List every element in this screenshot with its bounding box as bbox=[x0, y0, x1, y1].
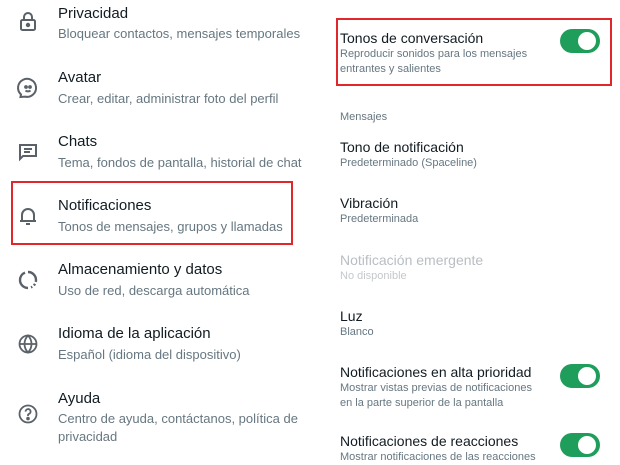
help-icon bbox=[16, 402, 40, 426]
settings-item-subtitle: Español (idioma del dispositivo) bbox=[58, 347, 241, 362]
setting-title: Vibración bbox=[340, 195, 399, 211]
high-priority-setting[interactable]: Notificaciones en alta prioridad Mostrar… bbox=[320, 356, 620, 416]
settings-item-title: Almacenamiento y datos bbox=[58, 261, 223, 278]
settings-item-title: Idioma de la aplicación bbox=[58, 325, 211, 342]
settings-item-subtitle: Centro de ayuda, contáctanos, política d… bbox=[58, 411, 298, 444]
settings-menu: Privacidad Bloquear contactos, mensajes … bbox=[0, 0, 320, 465]
settings-item-title: Ayuda bbox=[58, 390, 101, 407]
setting-title: Tonos de conversación bbox=[340, 30, 484, 46]
setting-title: Luz bbox=[340, 308, 363, 324]
setting-title: Notificaciones en alta prioridad bbox=[340, 364, 532, 380]
settings-item-language[interactable]: Idioma de la aplicación Español (idioma … bbox=[0, 318, 320, 380]
settings-item-storage[interactable]: Almacenamiento y datos Uso de red, desca… bbox=[0, 254, 320, 316]
setting-subtitle: Mostrar vistas previas de notificaciones… bbox=[340, 382, 532, 409]
settings-item-title: Avatar bbox=[58, 69, 102, 86]
settings-item-avatar[interactable]: Avatar Crear, editar, administrar foto d… bbox=[0, 62, 320, 124]
avatar-icon bbox=[16, 76, 40, 100]
setting-value: Predeterminado (Spaceline) bbox=[340, 157, 477, 169]
light-setting[interactable]: Luz Blanco bbox=[320, 299, 620, 349]
settings-item-subtitle: Crear, editar, administrar foto del perf… bbox=[58, 91, 279, 106]
chat-icon bbox=[16, 140, 40, 164]
conversation-tones-toggle[interactable] bbox=[560, 29, 600, 53]
setting-value: Blanco bbox=[340, 326, 374, 338]
section-header-messages: Mensajes bbox=[340, 111, 388, 123]
popup-notification-setting: Notificación emergente No disponible bbox=[320, 243, 620, 293]
settings-item-chats[interactable]: Chats Tema, fondos de pantalla, historia… bbox=[0, 126, 320, 188]
setting-subtitle: Mostrar notificaciones de las reacciones bbox=[340, 451, 536, 463]
toggle-knob bbox=[578, 32, 596, 50]
settings-item-title: Privacidad bbox=[58, 5, 129, 22]
settings-item-help[interactable]: Ayuda Centro de ayuda, contáctanos, polí… bbox=[0, 382, 320, 462]
setting-title: Notificaciones de reacciones bbox=[340, 433, 519, 449]
vibration-setting[interactable]: Vibración Predeterminada bbox=[320, 186, 620, 236]
settings-item-title: Chats bbox=[58, 133, 98, 150]
settings-item-notifications[interactable]: Notificaciones Tonos de mensajes, grupos… bbox=[0, 190, 320, 252]
high-priority-toggle[interactable] bbox=[560, 364, 600, 388]
settings-item-subtitle: Uso de red, descarga automática bbox=[58, 283, 250, 298]
settings-item-subtitle: Bloquear contactos, mensajes temporales bbox=[58, 26, 301, 41]
setting-value: Predeterminada bbox=[340, 213, 419, 225]
conversation-tones-setting[interactable]: Tonos de conversación Reproducir sonidos… bbox=[320, 20, 620, 88]
setting-subtitle: Reproducir sonidos para los mensajes ent… bbox=[340, 48, 528, 75]
lock-icon bbox=[16, 10, 40, 34]
settings-item-subtitle: Tema, fondos de pantalla, historial de c… bbox=[58, 155, 302, 170]
toggle-knob bbox=[578, 436, 596, 454]
notifications-settings-panel: Tonos de conversación Reproducir sonidos… bbox=[320, 0, 620, 465]
bell-icon bbox=[16, 204, 40, 228]
toggle-knob bbox=[578, 367, 596, 385]
globe-icon bbox=[16, 332, 40, 356]
setting-title: Notificación emergente bbox=[340, 252, 484, 268]
storage-icon bbox=[16, 268, 40, 292]
reactions-toggle[interactable] bbox=[560, 433, 600, 457]
setting-title: Tono de notificación bbox=[340, 139, 464, 155]
settings-item-title: Notificaciones bbox=[58, 197, 152, 214]
settings-item-privacy[interactable]: Privacidad Bloquear contactos, mensajes … bbox=[0, 0, 320, 60]
settings-item-subtitle: Tonos de mensajes, grupos y llamadas bbox=[58, 219, 283, 234]
reactions-notifications-setting[interactable]: Notificaciones de reacciones Mostrar not… bbox=[320, 425, 620, 465]
setting-value: No disponible bbox=[340, 270, 407, 282]
notification-tone-setting[interactable]: Tono de notificación Predeterminado (Spa… bbox=[320, 130, 620, 180]
